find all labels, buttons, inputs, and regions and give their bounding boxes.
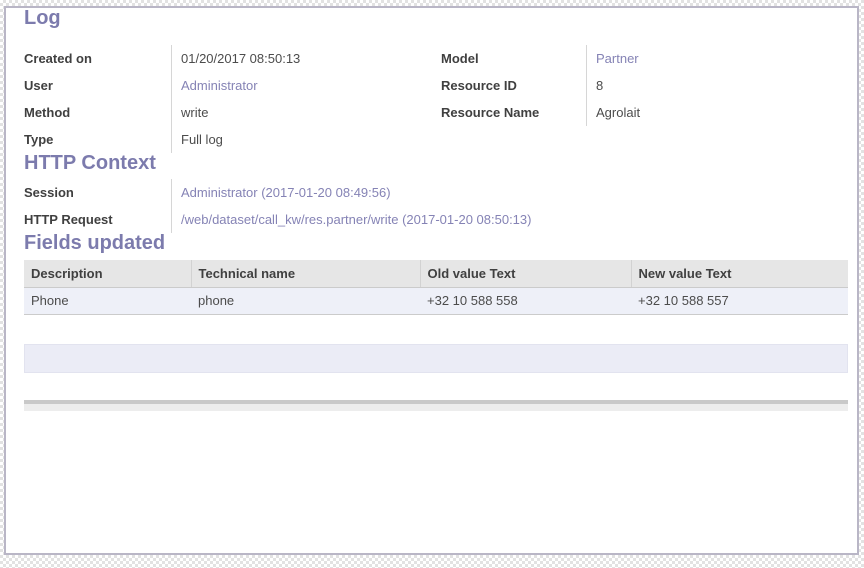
log-form-page: Log Created on 01/20/2017 08:50:13 User … [4, 6, 859, 555]
user-label: User [24, 72, 171, 99]
resource-name-value: Agrolait [586, 99, 848, 126]
field-row-model: Model Partner [441, 45, 848, 72]
model-label: Model [441, 45, 586, 72]
http-request-link[interactable]: /web/dataset/call_kw/res.partner/write (… [181, 212, 531, 227]
column-header-old-value[interactable]: Old value Text [420, 260, 631, 287]
type-value: Full log [171, 126, 428, 153]
cell-technical-name: phone [191, 287, 420, 314]
cell-old-value: +32 10 588 558 [420, 287, 631, 314]
field-row-http-request: HTTP Request /web/dataset/call_kw/res.pa… [24, 206, 430, 233]
created-on-value: 01/20/2017 08:50:13 [171, 45, 428, 72]
section-title-log: Log [24, 8, 857, 28]
field-row-resource-name: Resource Name Agrolait [441, 99, 848, 126]
user-administrator-link[interactable]: Administrator [181, 78, 258, 93]
table-header-row: Description Technical name Old value Tex… [24, 260, 848, 287]
http-request-label: HTTP Request [24, 206, 171, 233]
session-link[interactable]: Administrator (2017-01-20 08:49:56) [181, 185, 391, 200]
log-fields-left-column: Created on 01/20/2017 08:50:13 User Admi… [24, 45, 428, 153]
section-title-fields-updated: Fields updated [24, 233, 857, 253]
type-label: Type [24, 126, 171, 153]
log-field-group: Created on 01/20/2017 08:50:13 User Admi… [24, 45, 848, 153]
fields-updated-table: Description Technical name Old value Tex… [24, 260, 848, 315]
footer-separator-bar [24, 400, 848, 411]
section-title-http-context: HTTP Context [24, 153, 857, 173]
http-context-column: Session Administrator (2017-01-20 08:49:… [24, 179, 430, 233]
http-request-value: /web/dataset/call_kw/res.partner/write (… [171, 206, 531, 233]
field-row-method: Method write [24, 99, 428, 126]
field-row-session: Session Administrator (2017-01-20 08:49:… [24, 179, 430, 206]
log-fields-right-column: Model Partner Resource ID 8 Resource Nam… [441, 45, 848, 153]
empty-list-row [24, 344, 848, 373]
method-label: Method [24, 99, 171, 126]
column-header-technical-name[interactable]: Technical name [191, 260, 420, 287]
cell-description: Phone [24, 287, 191, 314]
session-value: Administrator (2017-01-20 08:49:56) [171, 179, 430, 206]
column-header-description[interactable]: Description [24, 260, 191, 287]
column-header-new-value[interactable]: New value Text [631, 260, 848, 287]
resource-id-value: 8 [586, 72, 848, 99]
field-row-created-on: Created on 01/20/2017 08:50:13 [24, 45, 428, 72]
session-label: Session [24, 179, 171, 206]
cell-new-value: +32 10 588 557 [631, 287, 848, 314]
http-context-field-group: Session Administrator (2017-01-20 08:49:… [24, 179, 848, 233]
field-row-user: User Administrator [24, 72, 428, 99]
table-row-phone[interactable]: Phone phone +32 10 588 558 +32 10 588 55… [24, 287, 848, 314]
field-row-resource-id: Resource ID 8 [441, 72, 848, 99]
method-value: write [171, 99, 428, 126]
field-row-type: Type Full log [24, 126, 428, 153]
created-on-label: Created on [24, 45, 171, 72]
resource-id-label: Resource ID [441, 72, 586, 99]
user-value: Administrator [171, 72, 428, 99]
resource-name-label: Resource Name [441, 99, 586, 126]
model-partner-link[interactable]: Partner [596, 51, 639, 66]
model-value: Partner [586, 45, 848, 72]
